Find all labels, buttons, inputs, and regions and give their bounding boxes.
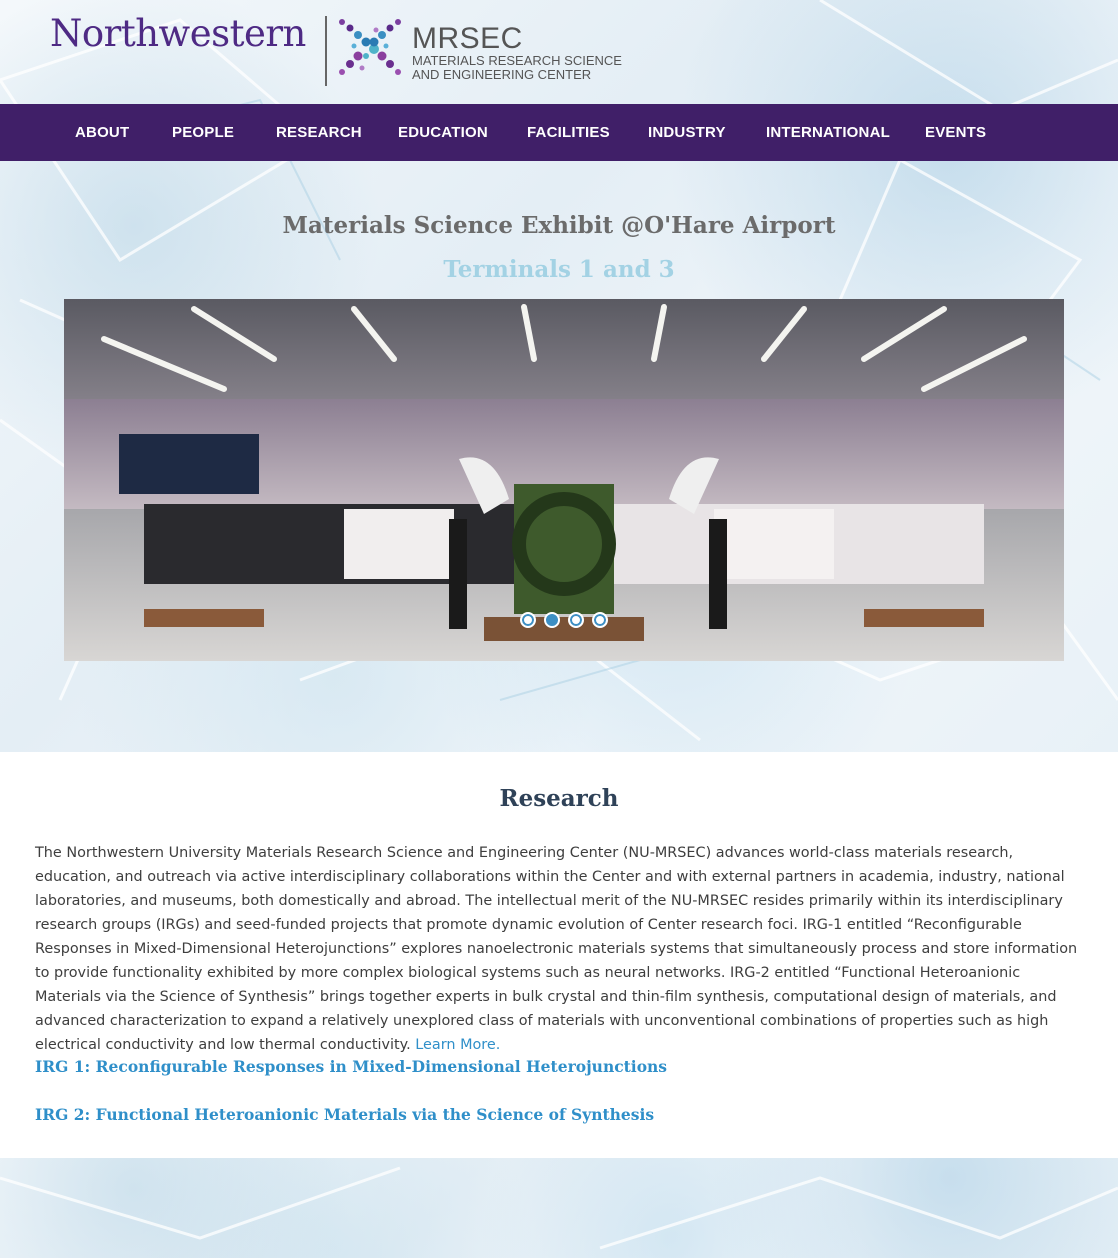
nav-industry[interactable]: INDUSTRY [648, 104, 726, 161]
nav-events[interactable]: EVENTS [925, 104, 986, 161]
image-slider[interactable] [64, 299, 1064, 661]
nav-international[interactable]: INTERNATIONAL [766, 104, 890, 161]
irg2-link[interactable]: IRG 2: Functional Heteroanionic Material… [35, 1105, 654, 1124]
hero-subtitle: Terminals 1 and 3 [443, 256, 675, 283]
slider-dot-3[interactable] [568, 612, 584, 628]
nav-about[interactable]: ABOUT [75, 104, 129, 161]
slider-dot-2[interactable] [544, 612, 560, 628]
background-crystal-pattern-bottom [0, 1158, 1118, 1258]
slider-dot-1[interactable] [520, 612, 536, 628]
research-body-text: The Northwestern University Materials Re… [35, 845, 1078, 1053]
mrsec-fullname: MATERIALS RESEARCH SCIENCE AND ENGINEERI… [412, 54, 622, 82]
research-description: The Northwestern University Materials Re… [35, 841, 1083, 1057]
nav-research[interactable]: RESEARCH [276, 104, 362, 161]
learn-more-link[interactable]: Learn More. [415, 1037, 500, 1053]
nav-education[interactable]: EDUCATION [398, 104, 488, 161]
nav-people[interactable]: PEOPLE [172, 104, 234, 161]
main-nav: ABOUT PEOPLE RESEARCH EDUCATION FACILITI… [0, 104, 1118, 161]
mrsec-fullname-line2: AND ENGINEERING CENTER [412, 67, 592, 82]
mrsec-acronym: MRSEC [412, 22, 523, 55]
mrsec-fullname-line1: MATERIALS RESEARCH SCIENCE [412, 53, 622, 68]
research-title: Research [499, 785, 619, 812]
exhibit-photo [64, 299, 1064, 661]
logo-divider [325, 16, 327, 86]
nav-facilities[interactable]: FACILITIES [527, 104, 610, 161]
slider-dot-4[interactable] [592, 612, 608, 628]
irg1-link[interactable]: IRG 1: Reconfigurable Responses in Mixed… [35, 1057, 667, 1076]
site-header: Northwestern MRSEC MATERIALS RESEARCH SC… [0, 0, 1118, 104]
northwestern-logo[interactable]: Northwestern [50, 12, 306, 55]
mrsec-logo-icon[interactable] [336, 16, 404, 82]
hero-title: Materials Science Exhibit @O'Hare Airpor… [282, 212, 836, 239]
research-section: Research The Northwestern University Mat… [0, 752, 1118, 1158]
slider-dots [64, 612, 1064, 630]
